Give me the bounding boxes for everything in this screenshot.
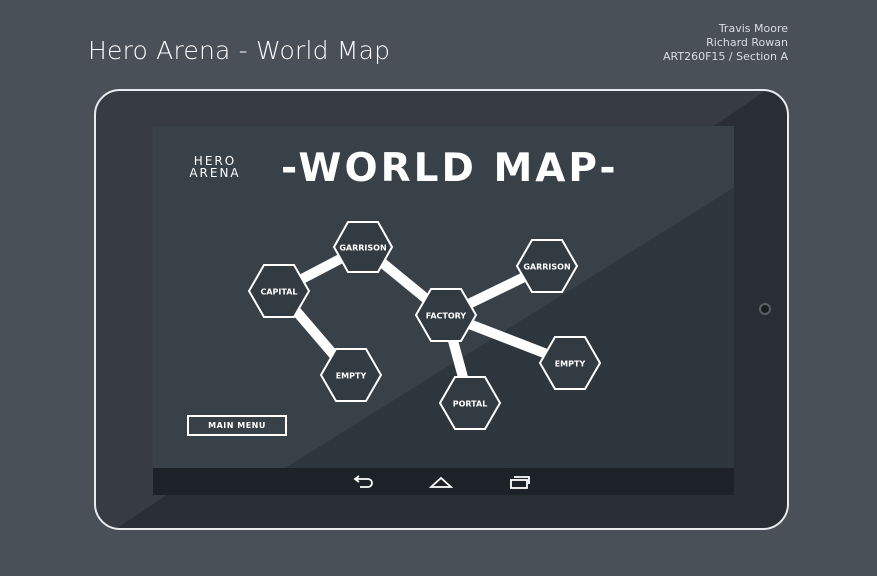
credit-course: ART260F15 / Section A — [663, 50, 788, 63]
map-node-capital-label: CAPITAL — [260, 288, 297, 297]
map-node-empty-2[interactable]: EMPTY — [538, 336, 602, 390]
credit-author-2: Richard Rowan — [706, 36, 788, 49]
recent-apps-icon[interactable] — [508, 474, 532, 490]
game-screen: HERO ARENA -WORLD MAP- GARRISON CAPITAL — [153, 126, 734, 495]
map-node-garrison-2-label: GARRISON — [523, 263, 570, 272]
map-node-portal[interactable]: PORTAL — [438, 376, 502, 430]
home-icon[interactable] — [428, 474, 454, 490]
back-icon[interactable] — [351, 474, 375, 490]
credits: Travis Moore Richard Rowan ART260F15 / S… — [663, 22, 788, 64]
map-node-garrison-2[interactable]: GARRISON — [515, 239, 579, 293]
main-menu-button[interactable]: MAIN MENU — [187, 415, 287, 436]
map-node-portal-label: PORTAL — [453, 400, 488, 409]
map-node-empty-1-label: EMPTY — [336, 372, 367, 381]
page-title: Hero Arena - World Map — [88, 36, 391, 65]
map-node-empty-2-label: EMPTY — [555, 360, 586, 369]
map-node-garrison-1-label: GARRISON — [339, 244, 386, 253]
map-node-factory-label: FACTORY — [426, 312, 467, 321]
credit-author-1: Travis Moore — [718, 22, 788, 35]
android-nav-bar — [153, 468, 734, 495]
tablet-frame: HERO ARENA -WORLD MAP- GARRISON CAPITAL — [94, 89, 789, 530]
map-node-garrison-1[interactable]: GARRISON — [332, 221, 394, 273]
camera-icon — [759, 303, 771, 315]
